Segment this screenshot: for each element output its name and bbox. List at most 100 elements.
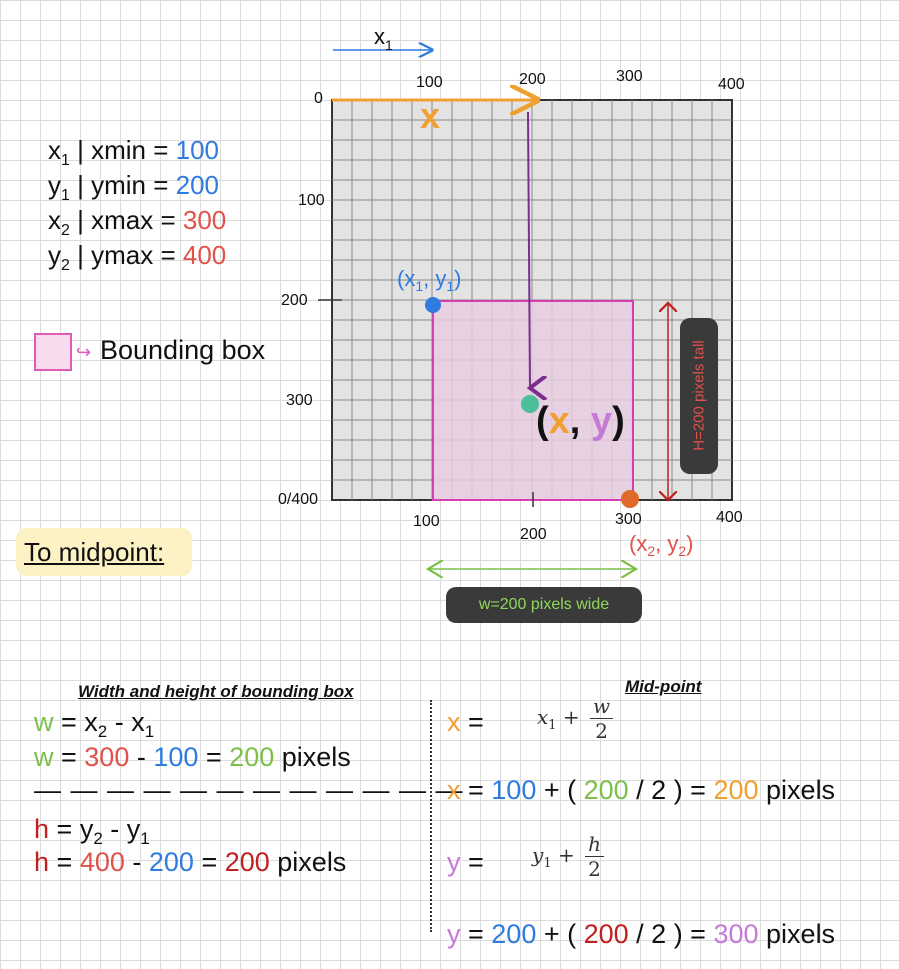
dashed-separator: — — — — — — — — — — — — <box>34 775 464 805</box>
left-tick-label: 0/400 <box>278 491 319 508</box>
mid-y-symbol: y <box>447 919 461 949</box>
top-tick-label: 400 <box>718 76 745 93</box>
equals: = <box>198 742 230 772</box>
fraction-denominator: 2 <box>595 719 608 743</box>
p1-label-part: ) <box>454 266 462 291</box>
minus: - <box>102 814 127 844</box>
w-result: 200 <box>229 742 275 772</box>
x-calc-op: / 2 ) = <box>628 775 714 805</box>
equals: = <box>193 847 225 877</box>
units: pixels <box>274 742 351 772</box>
mid-x-symbol: x <box>447 707 461 737</box>
units: pixels <box>758 775 836 805</box>
axis-arrow-label: x1 <box>374 24 393 53</box>
top-tick-label: 200 <box>519 71 546 88</box>
x2-term: x <box>84 707 98 737</box>
bottom-right-point-label: (x2, y2) <box>629 531 693 559</box>
p2-label-part: ) <box>686 531 694 556</box>
formula-var: x <box>537 705 549 729</box>
top-tick-label: 100 <box>416 74 443 91</box>
formula-sub: 1 <box>543 856 552 871</box>
section-divider <box>430 700 432 932</box>
w-symbol: w <box>34 707 54 737</box>
equals: = <box>53 742 85 772</box>
top-tick-label: 300 <box>616 68 643 85</box>
mid-x-symbol: x <box>447 775 461 805</box>
midpoint-paren: ) <box>612 400 625 442</box>
formula-var: y <box>532 843 544 867</box>
h-calc-y2: 400 <box>79 847 125 877</box>
p2-label-part: (x <box>629 531 648 556</box>
mid-y-symbol: y <box>447 847 461 877</box>
equals: = <box>49 847 80 877</box>
equals: = <box>460 919 492 949</box>
equals: = <box>49 814 80 844</box>
midpoint-title: Mid-point <box>625 677 702 696</box>
bottom-tick-label: 400 <box>716 509 743 526</box>
h-calc-y1: 200 <box>148 847 194 877</box>
x1-term: x <box>131 707 145 737</box>
x2-term-sub: 2 <box>97 722 108 741</box>
formula-fraction: w2 <box>590 694 614 743</box>
p1-label-part: (x <box>397 266 416 291</box>
axis-arrow-symbol: x <box>374 24 385 49</box>
p2-label-part: , y <box>655 531 679 556</box>
units: pixels <box>758 919 836 949</box>
x-result: 200 <box>713 775 759 805</box>
y2-term: y <box>79 814 94 844</box>
x-calc-x1: 100 <box>491 775 537 805</box>
h-symbol: h <box>34 847 50 877</box>
midpoint-y: y <box>590 400 613 442</box>
w-calculation: w = 300 - 100 = 200 pixels <box>34 741 351 773</box>
equals: = <box>460 707 484 737</box>
x-symbol-row: x = <box>447 706 484 738</box>
x-marker: x <box>420 95 441 136</box>
h-result: 200 <box>224 847 270 877</box>
left-tick-label: 300 <box>286 392 313 409</box>
bottom-tick-label: 100 <box>413 513 440 530</box>
h-calculation: h = 400 - 200 = 200 pixels <box>34 846 346 878</box>
formula-plus: + <box>556 705 587 729</box>
p1-label-sub: 1 <box>446 278 455 294</box>
width-note: w=200 pixels wide <box>478 596 610 613</box>
equals: = <box>53 707 85 737</box>
p1-label-sub: 1 <box>415 278 424 294</box>
formula-plus: + <box>551 843 582 867</box>
equals: = <box>460 847 484 877</box>
minus: - <box>107 707 132 737</box>
y1-term: y <box>126 814 141 844</box>
top-left-point-label: (x1, y1) <box>397 266 461 294</box>
y-calc-y1: 200 <box>491 919 537 949</box>
y-calc-h: 200 <box>583 919 629 949</box>
y-midpoint-calculation: y = 200 + ( 200 / 2 ) = 300 pixels <box>447 918 835 950</box>
fraction-numerator: h <box>585 832 604 857</box>
p2-label-sub: 2 <box>647 543 656 559</box>
y-result: 300 <box>713 919 759 949</box>
formula-fraction: h2 <box>585 832 604 881</box>
fraction-numerator: w <box>590 694 614 719</box>
height-note: H=200 pixels tall <box>690 340 708 451</box>
left-tick-label: 200 <box>281 292 308 309</box>
left-tick-label: 100 <box>298 192 325 209</box>
left-tick-label: 0 <box>314 90 323 107</box>
midpoint-paren: ( <box>536 400 549 442</box>
fraction-denominator: 2 <box>588 857 601 881</box>
midpoint-x: x <box>548 400 570 442</box>
w-calc-x1: 100 <box>153 742 199 772</box>
midpoint-comma: , <box>569 400 591 442</box>
formula-sub: 1 <box>548 718 557 733</box>
y-calc-op: / 2 ) = <box>628 919 714 949</box>
x-calc-op: + ( <box>536 775 584 805</box>
h-symbol: h <box>34 814 50 844</box>
x-midpoint-formula: x1 + w2 <box>537 694 614 743</box>
midpoint-label: (x, y) <box>536 400 625 443</box>
point-top-left <box>425 297 441 313</box>
x1-term-sub: 1 <box>144 722 155 741</box>
p1-label-part: , y <box>423 266 447 291</box>
y-calc-op: + ( <box>536 919 584 949</box>
minus: - <box>129 742 154 772</box>
minus: - <box>124 847 149 877</box>
bbox-plot <box>318 0 733 660</box>
w-calc-x2: 300 <box>84 742 130 772</box>
p2-label-sub: 2 <box>678 543 687 559</box>
